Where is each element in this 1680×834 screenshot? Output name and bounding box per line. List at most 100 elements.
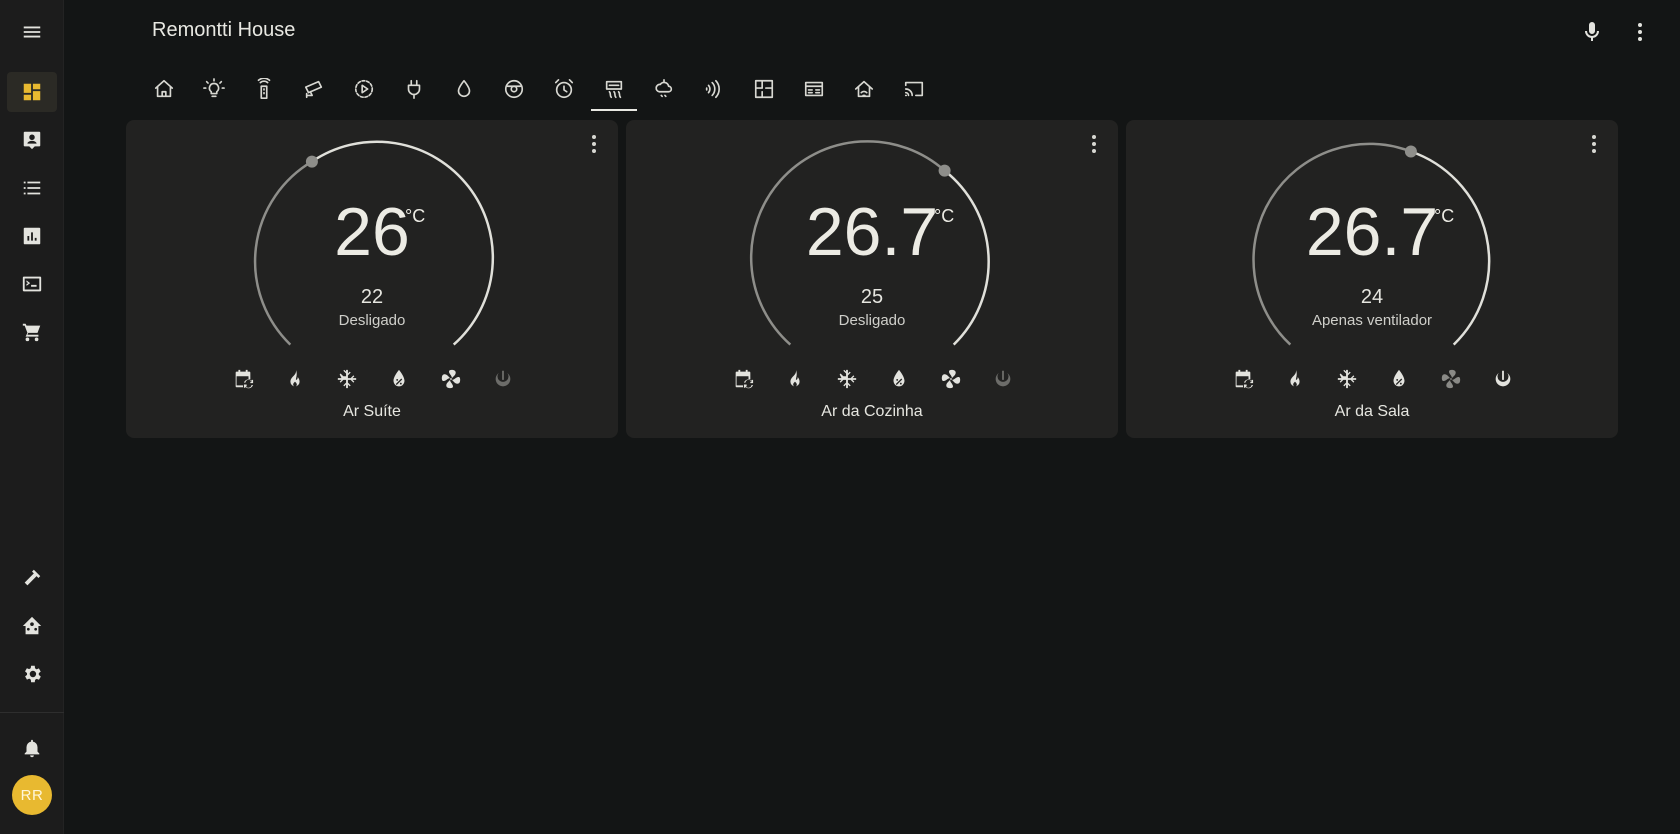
home-assistant-icon [22,616,42,635]
mode-cool-button[interactable] [832,364,862,394]
hammer-icon [24,569,41,586]
hvac-modes [126,364,618,394]
tab-remote[interactable] [239,66,289,111]
target-temp-handle[interactable] [938,164,951,177]
server-icon [804,81,824,96]
card-title: Ar da Sala [1334,403,1410,420]
hvac-state: Apenas ventilador [1311,312,1433,329]
format-list-icon [23,181,41,195]
tab-air-conditioning[interactable] [589,66,639,111]
temperature-unit: °C [934,206,955,226]
menu-toggle-button[interactable] [7,12,57,52]
sidebar-item-shopping-list[interactable] [7,312,57,352]
sidebar-item-home-assistant[interactable] [7,606,57,646]
water-percent-icon [893,369,905,387]
mode-off-button[interactable] [488,364,518,394]
tab-lights[interactable] [189,66,239,111]
mode-dry-button[interactable] [1384,364,1414,394]
water-percent-icon [393,369,405,387]
cast-icon [904,81,924,96]
alarm-icon [554,78,574,98]
floor-plan-icon [754,79,774,98]
tab-network[interactable] [839,66,889,111]
mode-fan-only-button[interactable] [436,364,466,394]
power-icon [495,370,511,387]
tab-plugs[interactable] [389,66,439,111]
tab-water[interactable] [439,66,489,111]
tab-media[interactable] [339,66,389,111]
sidebar-item-developer-tools[interactable] [7,558,57,598]
mode-fan-only-button[interactable] [936,364,966,394]
mode-cool-button[interactable] [332,364,362,394]
current-temperature: 26.7 [1305,194,1439,270]
fan-icon [441,369,461,389]
home-icon [154,79,174,97]
nfc-icon [705,79,720,98]
hvac-state: Desligado [338,312,406,329]
mode-cool-button[interactable] [1332,364,1362,394]
lightbulb-icon [203,77,225,97]
snowflake-icon [837,369,857,389]
overflow-menu-button[interactable] [1628,20,1652,44]
tab-weather[interactable] [639,66,689,111]
sidebar-item-notifications[interactable] [7,728,57,768]
fan-icon [1441,369,1461,389]
card-title: Ar da Cozinha [821,403,923,420]
play-circle-icon [354,79,374,98]
calendar-sync-icon [735,369,754,389]
tab-cast[interactable] [889,66,939,111]
microphone-icon [1585,22,1599,41]
tab-home[interactable] [139,66,189,111]
tab-server[interactable] [789,66,839,111]
tab-alarm[interactable] [539,66,589,111]
current-temperature: 26.7 [805,194,939,270]
target-temperature: 22 [360,286,384,308]
target-temp-handle[interactable] [305,155,318,168]
mode-heat-button[interactable] [280,364,310,394]
cart-icon [22,323,41,342]
weather-icon [655,78,673,97]
tab-vacuum[interactable] [489,66,539,111]
mode-dry-button[interactable] [884,364,914,394]
tab-nfc[interactable] [689,66,739,111]
mode-heat-button[interactable] [1280,364,1310,394]
sidebar-item-overview[interactable] [7,72,57,112]
mode-heat-button[interactable] [780,364,810,394]
tab-floor-plan[interactable] [739,66,789,111]
calendar-sync-icon [235,369,254,389]
thermostat-card: 26.7 °C 24 Apenas ventilador Ar da Sala [1126,120,1618,438]
thermostat-card: 26.7 °C 25 Desligado Ar da Cozinha [626,120,1118,438]
fire-icon [1290,369,1300,387]
sidebar-item-logbook[interactable] [7,168,57,208]
bell-icon [24,739,40,758]
sidebar-item-map[interactable] [7,120,57,160]
account-box-icon [23,131,41,150]
mode-auto-button[interactable] [1228,364,1258,394]
wifi-home-icon [854,80,874,97]
temperature-unit: °C [405,206,426,226]
snowflake-icon [337,369,357,389]
target-temp-handle[interactable] [1404,145,1417,158]
hvac-modes [626,364,1118,394]
mode-fan-only-button[interactable] [1436,364,1466,394]
power-icon [1495,370,1511,387]
fire-icon [290,369,300,387]
air-conditioner-icon [605,80,623,98]
mode-auto-button[interactable] [228,364,258,394]
calendar-sync-icon [1235,369,1254,389]
mode-off-button[interactable] [1488,364,1518,394]
console-icon [22,276,42,292]
card-title: Ar Suíte [343,403,401,420]
mode-auto-button[interactable] [728,364,758,394]
sidebar-item-settings[interactable] [7,654,57,694]
target-temperature: 25 [860,286,884,308]
mode-off-button[interactable] [988,364,1018,394]
avatar[interactable]: RR [12,775,52,815]
tab-cameras[interactable] [289,66,339,111]
sidebar-item-history[interactable] [7,216,57,256]
voice-button[interactable] [1580,20,1604,44]
sidebar-item-terminal[interactable] [7,264,57,304]
power-plug-icon [407,79,421,99]
dashboard-icon [23,83,41,101]
mode-dry-button[interactable] [384,364,414,394]
